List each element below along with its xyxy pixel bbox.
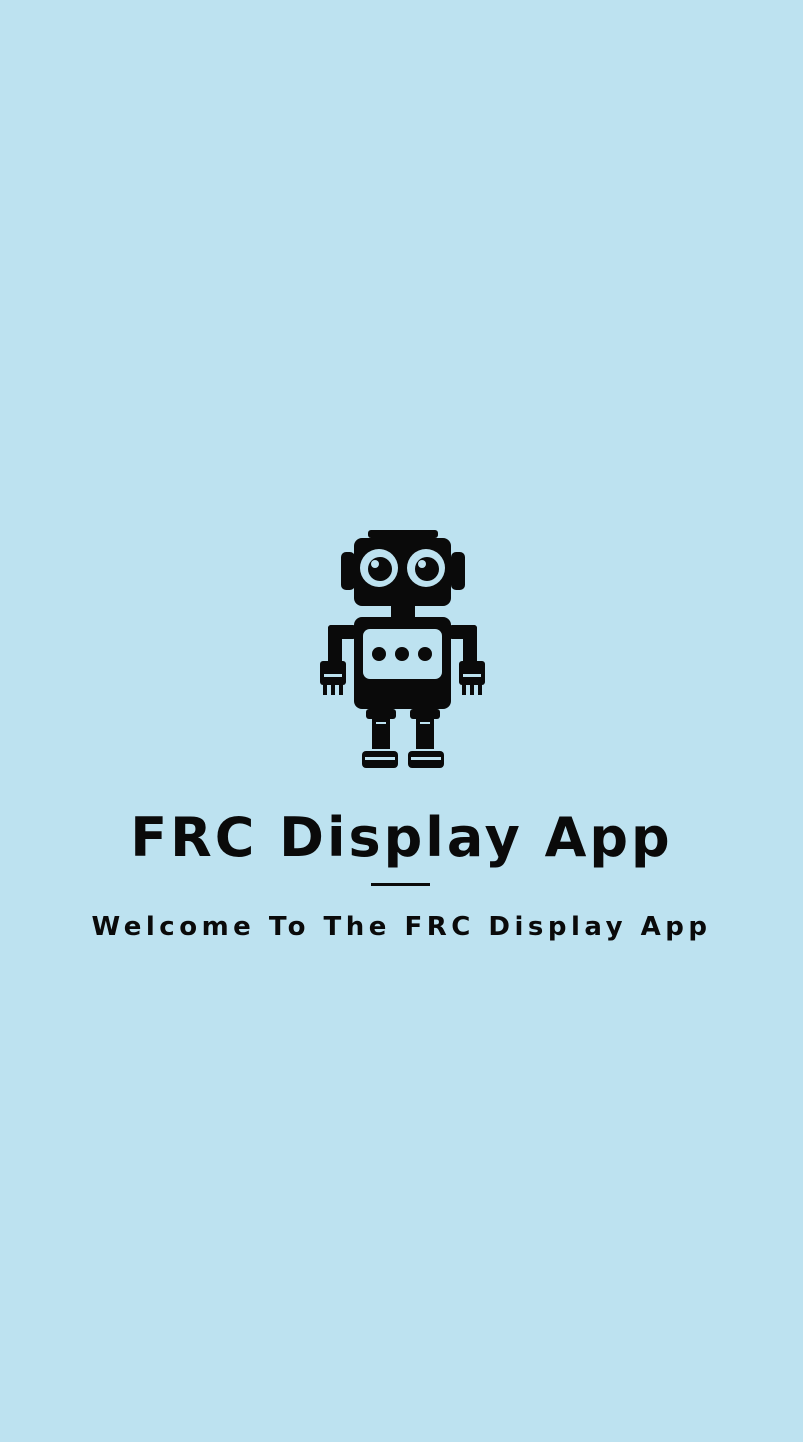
welcome-subtitle: Welcome To The FRC Display App — [91, 912, 712, 942]
title-divider — [371, 883, 430, 886]
app-title: FRC Display App — [130, 806, 673, 869]
robot-icon — [320, 530, 485, 768]
splash-screen: FRC Display App Welcome To The FRC Displ… — [0, 0, 803, 1442]
